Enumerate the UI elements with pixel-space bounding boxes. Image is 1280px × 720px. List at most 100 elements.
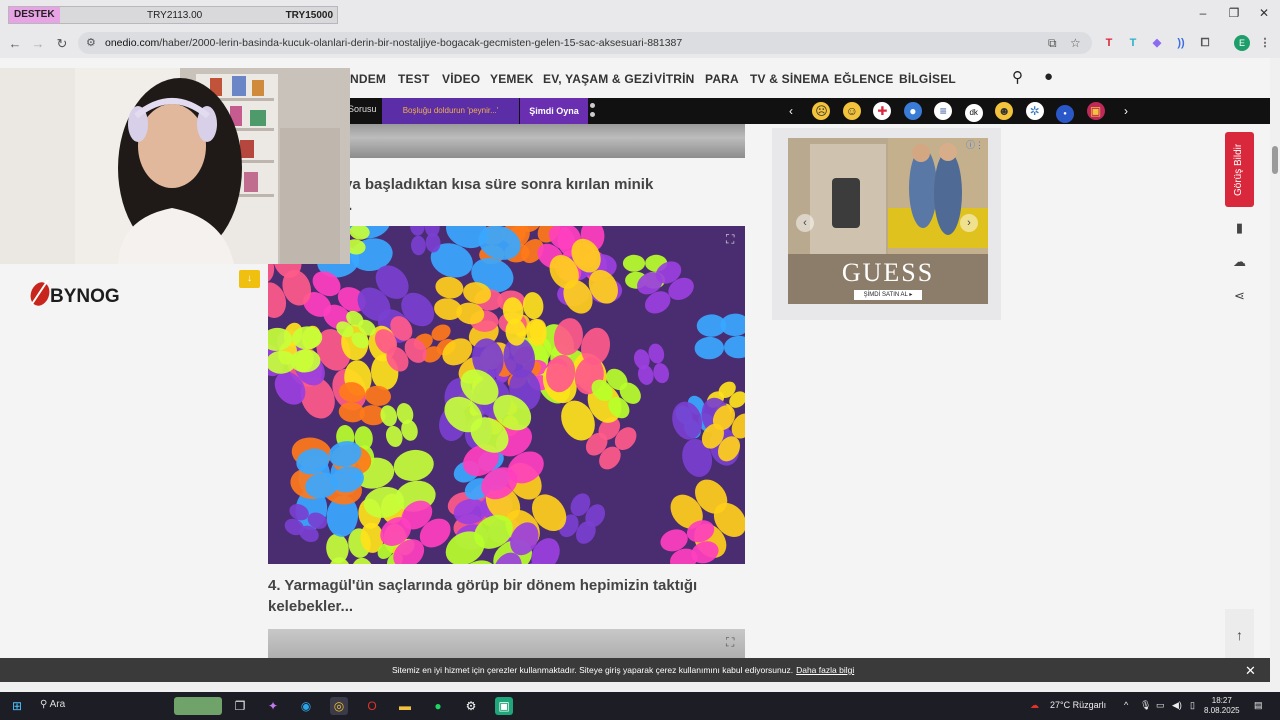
ad-info-icon[interactable]: ⓘ⋮ bbox=[966, 138, 984, 151]
widgets-icon[interactable] bbox=[174, 697, 222, 715]
microphone-icon[interactable]: 🎙 bbox=[1140, 700, 1151, 711]
ad-banner[interactable]: GUESS ŞİMDİ SATIN AL ▸ ‹ › ⓘ⋮ bbox=[772, 128, 1001, 320]
smile-emoji-icon[interactable]: ☺ bbox=[842, 102, 861, 120]
promo-item-fill-blank[interactable]: Boşluğu doldurun 'peynir...' bbox=[382, 98, 519, 124]
forward-icon[interactable]: → bbox=[29, 35, 47, 53]
opera-icon[interactable]: O bbox=[363, 697, 381, 715]
extension-icon-1[interactable]: T bbox=[1101, 35, 1117, 51]
club-logo-icon-1[interactable]: ● bbox=[903, 102, 922, 120]
fullscreen-icon[interactable]: ⛶ bbox=[726, 232, 734, 247]
user-icon[interactable]: ● bbox=[1044, 68, 1053, 85]
share-icon[interactable]: ⋖ bbox=[1225, 281, 1254, 310]
scroll-to-top-button[interactable]: ↑ bbox=[1225, 609, 1254, 658]
close-window-button[interactable]: ✕ bbox=[1254, 6, 1274, 20]
extension-icon-3[interactable]: ◆ bbox=[1149, 35, 1165, 51]
profile-avatar[interactable]: E bbox=[1234, 35, 1250, 51]
app-icon[interactable]: ▣ bbox=[495, 697, 513, 715]
file-explorer-icon[interactable]: ▬ bbox=[396, 697, 414, 715]
article-photo-butterfly-clips: ⛶ bbox=[268, 226, 745, 564]
steam-icon[interactable]: ⚙ bbox=[462, 697, 480, 715]
globe-logo-icon[interactable]: ✲ bbox=[1025, 102, 1044, 120]
cookie-close-icon[interactable]: ✕ bbox=[1245, 663, 1256, 679]
cookie-text: Sitemiz en iyi hizmet için çerezler kull… bbox=[392, 665, 794, 675]
address-bar[interactable]: ⚙ onedio.com/haber/2000-lerin-basinda-ku… bbox=[78, 32, 1092, 54]
chevron-right-icon[interactable]: › bbox=[1117, 102, 1135, 120]
cookie-more-link[interactable]: Daha fazla bilgi bbox=[796, 665, 854, 675]
taskbar-clock[interactable]: 18:27 8.08.2025 bbox=[1204, 696, 1240, 716]
team-logo-icon[interactable]: ▣ bbox=[1086, 102, 1105, 120]
search-icon[interactable]: ⚲ bbox=[1012, 68, 1023, 86]
comments-icon[interactable]: ☁ bbox=[1225, 247, 1254, 276]
taskbar-search[interactable]: ⚲ Ara bbox=[40, 699, 65, 710]
ad-cta-button[interactable]: ŞİMDİ SATIN AL ▸ bbox=[854, 290, 922, 300]
donation-current: TRY2113.00 bbox=[147, 10, 203, 21]
promo-item-quiz[interactable]: Sorusu bbox=[348, 104, 377, 114]
laugh-emoji-icon[interactable]: ☻ bbox=[995, 102, 1014, 120]
bookmark-star-icon[interactable]: ☆ bbox=[1070, 36, 1081, 50]
sad-emoji-icon[interactable]: ☹ bbox=[812, 102, 831, 120]
restore-button[interactable]: ❐ bbox=[1224, 6, 1244, 20]
windows-taskbar: ⊞ ⚲ Ara ❐ ✦ ◉ ◎ O ▬ ● ⚙ ▣ ☁ 27°C Rüzgarl… bbox=[0, 692, 1280, 720]
extension-icon-4[interactable]: )) bbox=[1173, 35, 1189, 51]
donation-label: DESTEK bbox=[9, 7, 60, 23]
more-dots-icon[interactable] bbox=[590, 103, 596, 119]
ad-image[interactable]: GUESS ŞİMDİ SATIN AL ▸ ‹ › ⓘ⋮ bbox=[788, 138, 988, 304]
tray-chevron-icon[interactable]: ^ bbox=[1124, 700, 1128, 710]
nav-item-vitrin[interactable]: VİTRİN bbox=[654, 72, 695, 86]
menu-dots-icon[interactable]: ⋮ bbox=[1257, 35, 1273, 51]
ad-prev-icon[interactable]: ‹ bbox=[796, 214, 814, 232]
ad-brand-text[interactable]: GUESS bbox=[788, 258, 988, 288]
brand-logo-icon[interactable]: ● bbox=[1056, 105, 1075, 123]
task-view-icon[interactable]: ❐ bbox=[231, 697, 249, 715]
browser-toolbar: ← → ↻ ⚙ onedio.com/haber/2000-lerin-basi… bbox=[0, 30, 1280, 58]
play-now-button[interactable]: Şimdi Oyna bbox=[520, 98, 588, 124]
nav-item-yemek[interactable]: YEMEK bbox=[490, 72, 534, 86]
battery-icon[interactable]: ▯ bbox=[1190, 700, 1195, 711]
nav-item-tv-sinema[interactable]: TV & SİNEMA bbox=[750, 72, 830, 86]
nav-item-video[interactable]: VİDEO bbox=[442, 72, 480, 86]
vertical-scrollbar[interactable] bbox=[1270, 58, 1280, 686]
article-heading-3: ya başladıktan kısa süre sonra kırılan m… bbox=[344, 176, 654, 214]
nav-item-gundem[interactable]: NDEM bbox=[350, 72, 386, 86]
bookmark-icon[interactable]: ▮ bbox=[1225, 213, 1254, 242]
reload-icon[interactable]: ↻ bbox=[53, 35, 71, 53]
cookie-banner: Sitemiz en iyi hizmet için çerezler kull… bbox=[0, 658, 1270, 682]
feedback-button[interactable]: Görüş Bildir bbox=[1225, 132, 1254, 207]
extension-icon-2[interactable]: T bbox=[1125, 35, 1141, 51]
browser-title-bar: DESTEK TRY2113.00 TRY15000 – ❐ ✕ bbox=[0, 0, 1280, 30]
extensions-puzzle-icon[interactable]: ⧠ bbox=[1197, 35, 1213, 51]
site-info-icon[interactable]: ⚙ bbox=[86, 36, 96, 49]
nav-item-ev-yasam[interactable]: EV, YAŞAM & GEZİ bbox=[543, 72, 653, 86]
spotify-icon[interactable]: ● bbox=[429, 697, 447, 715]
nav-item-eglence[interactable]: EĞLENCE bbox=[834, 72, 893, 86]
download-icon[interactable]: ↓ bbox=[239, 270, 260, 288]
dk-logo-icon[interactable]: dk bbox=[964, 104, 983, 122]
club-logo-icon-2[interactable]: ≡ bbox=[934, 102, 953, 120]
nav-item-para[interactable]: PARA bbox=[705, 72, 739, 86]
streamer-logo-text: BYNOG bbox=[50, 286, 120, 307]
weather-icon[interactable]: ☁ bbox=[1030, 700, 1039, 711]
chrome-icon[interactable]: ◎ bbox=[330, 697, 348, 715]
network-icon[interactable]: ▭ bbox=[1156, 700, 1165, 711]
url-text[interactable]: onedio.com/haber/2000-lerin-basinda-kucu… bbox=[105, 37, 682, 49]
notification-icon[interactable]: ▤ bbox=[1254, 700, 1263, 711]
edge-icon[interactable]: ◉ bbox=[297, 697, 315, 715]
nav-item-test[interactable]: TEST bbox=[398, 72, 429, 86]
weather-text[interactable]: 27°C Rüzgarlı bbox=[1050, 700, 1106, 710]
plus-badge-icon[interactable]: ✚ bbox=[873, 102, 892, 120]
copilot-icon[interactable]: ✦ bbox=[264, 697, 282, 715]
horizontal-scrollbar[interactable] bbox=[0, 682, 1280, 692]
install-app-icon[interactable]: ⧉ bbox=[1048, 36, 1057, 51]
chevron-left-icon[interactable]: ‹ bbox=[782, 102, 800, 120]
start-icon[interactable]: ⊞ bbox=[8, 697, 26, 715]
back-icon[interactable]: ← bbox=[6, 35, 24, 53]
volume-icon[interactable]: ◀) bbox=[1172, 700, 1182, 711]
fullscreen-icon-next[interactable]: ⛶ bbox=[726, 635, 734, 650]
minimize-button[interactable]: – bbox=[1193, 6, 1213, 20]
ad-next-icon[interactable]: › bbox=[960, 214, 978, 232]
article-image-next: ⛶ bbox=[268, 629, 745, 658]
scrollbar-thumb[interactable] bbox=[1272, 146, 1278, 174]
nav-item-bilgisel[interactable]: BİLGİSEL bbox=[899, 72, 956, 86]
donation-goal: TRY15000 bbox=[285, 10, 333, 21]
article-heading-4: 4. Yarmagül'ün saçlarında görüp bir döne… bbox=[268, 577, 698, 615]
